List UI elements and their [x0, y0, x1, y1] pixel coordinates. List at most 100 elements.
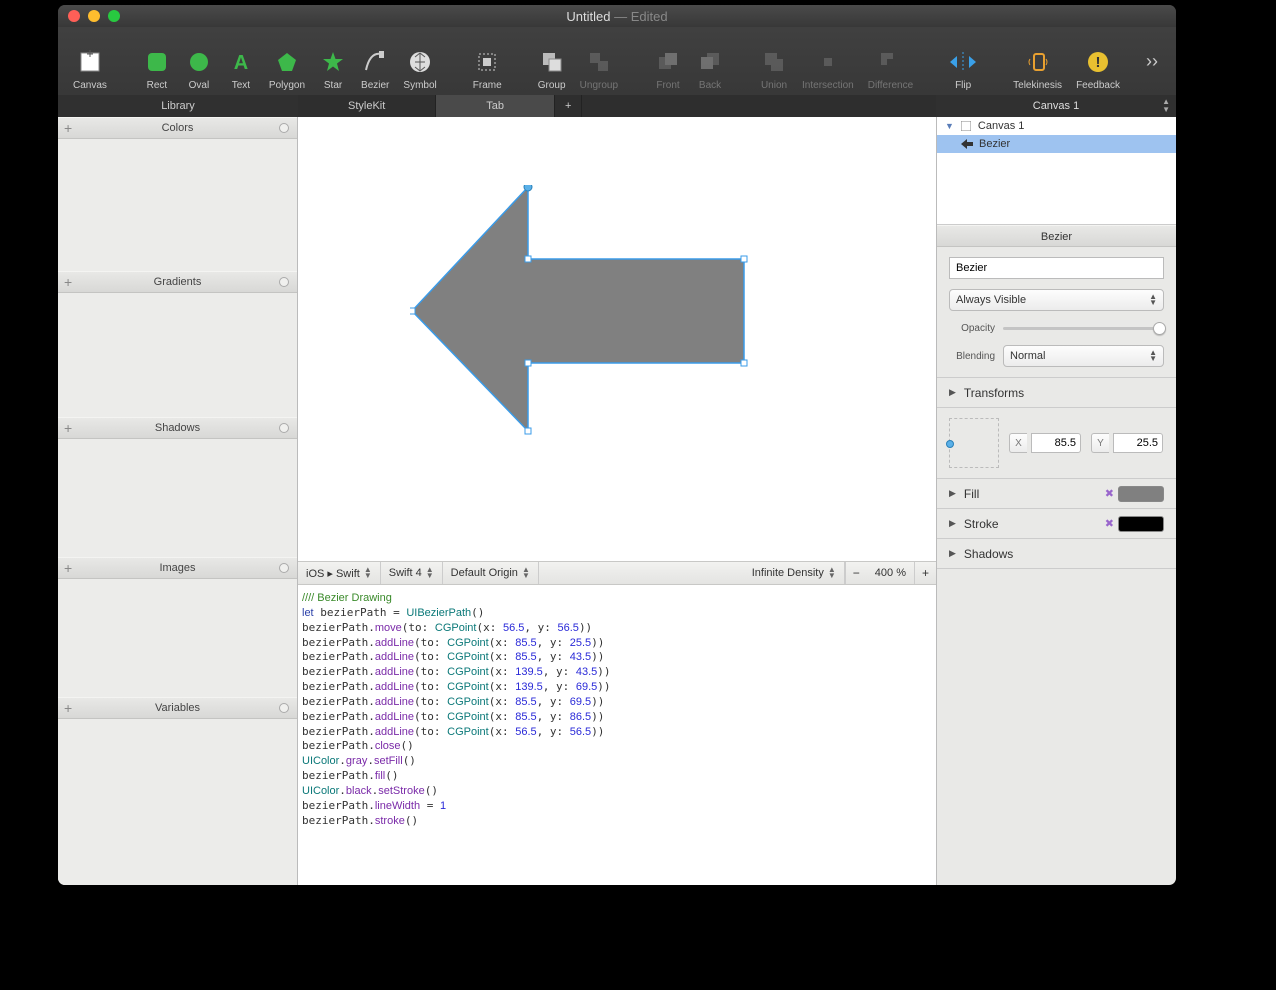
text-button[interactable]: AText: [220, 31, 262, 91]
feedback-button[interactable]: !Feedback: [1069, 31, 1127, 91]
canvas-selector[interactable]: Canvas 1 ▲▼: [936, 95, 1176, 117]
opacity-label: Opacity: [949, 323, 995, 334]
disclosure-icon[interactable]: [279, 563, 289, 573]
shadows-section[interactable]: ▶Shadows: [937, 539, 1176, 569]
zoom-level[interactable]: 400 %: [867, 562, 914, 584]
frame-button[interactable]: Frame: [466, 31, 509, 91]
symbol-button[interactable]: Symbol: [396, 31, 443, 91]
disclosure-icon[interactable]: [279, 423, 289, 433]
library-gradients-body: [58, 293, 297, 417]
zoom-in-button[interactable]: +: [914, 562, 936, 584]
lang-select[interactable]: Swift 4▲▼: [381, 562, 443, 584]
tab-stylekit[interactable]: StyleKit: [298, 95, 436, 117]
outline-bezier-label: Bezier: [979, 138, 1010, 150]
library-colors-header[interactable]: +Colors: [58, 117, 297, 139]
remove-stroke-icon[interactable]: ✖: [1105, 517, 1114, 530]
title-text: Untitled: [566, 9, 610, 24]
polygon-button[interactable]: Polygon: [262, 31, 312, 91]
svg-text:A: A: [234, 52, 248, 73]
platform-select[interactable]: iOS ▸ Swift▲▼: [298, 562, 381, 584]
zoom-out-button[interactable]: −: [845, 562, 867, 584]
bezier-shape[interactable]: [410, 185, 750, 445]
telekinesis-button[interactable]: Telekinesis: [1006, 31, 1069, 91]
library-colors-body: [58, 139, 297, 271]
app-window: Untitled — Edited Canvas Rect Oval AText…: [58, 5, 1176, 885]
plus-icon[interactable]: +: [64, 120, 72, 136]
blending-select[interactable]: Normal▲▼: [1003, 345, 1164, 367]
plus-icon[interactable]: +: [64, 700, 72, 716]
code-view[interactable]: //// Bezier Drawing let bezierPath = UIB…: [298, 585, 936, 885]
density-select[interactable]: Infinite Density▲▼: [744, 562, 845, 584]
disclosure-triangle-icon[interactable]: ▼: [945, 121, 954, 131]
library-shadows-header[interactable]: +Shadows: [58, 417, 297, 439]
inspector-panel: ▼ Canvas 1 Bezier Bezier Always Visible▲…: [936, 117, 1176, 885]
disclosure-icon[interactable]: [279, 123, 289, 133]
group-button[interactable]: Group: [531, 31, 573, 91]
outline-bezier-row[interactable]: Bezier: [937, 135, 1176, 153]
add-tab-icon[interactable]: +: [555, 95, 582, 117]
intersection-button[interactable]: Intersection: [795, 31, 861, 91]
library-images-header[interactable]: +Images: [58, 557, 297, 579]
oval-button[interactable]: Oval: [178, 31, 220, 91]
stroke-section[interactable]: ▶Stroke ✖: [937, 509, 1176, 539]
titlebar[interactable]: Untitled — Edited: [58, 5, 1176, 27]
anchor-control[interactable]: [949, 418, 999, 468]
transforms-body: X Y: [937, 408, 1176, 479]
y-input[interactable]: Y: [1091, 433, 1163, 453]
transforms-section[interactable]: ▶Transforms: [937, 378, 1176, 408]
outline-tree: ▼ Canvas 1 Bezier: [937, 117, 1176, 225]
star-button[interactable]: Star: [312, 31, 354, 91]
svg-text:!: !: [1096, 54, 1101, 71]
outline-canvas-row[interactable]: ▼ Canvas 1: [937, 117, 1176, 135]
front-button[interactable]: Front: [647, 31, 689, 91]
canvas-icon: [960, 120, 972, 132]
tab-tab[interactable]: Tab: [436, 95, 555, 117]
chevron-right-icon: ▶: [949, 518, 956, 529]
disclosure-icon[interactable]: [279, 703, 289, 713]
difference-button[interactable]: Difference: [861, 31, 920, 91]
canvas-area[interactable]: [298, 117, 936, 561]
toolbar: Canvas Rect Oval AText Polygon Star Bezi…: [58, 27, 1176, 95]
outline-canvas-label: Canvas 1: [978, 120, 1024, 132]
library-images-body: [58, 579, 297, 697]
library-gradients-header[interactable]: +Gradients: [58, 271, 297, 293]
rect-button[interactable]: Rect: [136, 31, 178, 91]
visibility-select[interactable]: Always Visible▲▼: [949, 289, 1164, 311]
x-input[interactable]: X: [1009, 433, 1081, 453]
plus-icon[interactable]: +: [64, 420, 72, 436]
chevron-right-icon: ▶: [949, 548, 956, 559]
back-button[interactable]: Back: [689, 31, 731, 91]
remove-fill-icon[interactable]: ✖: [1105, 487, 1114, 500]
library-tab[interactable]: Library: [58, 95, 298, 117]
stroke-swatch[interactable]: [1118, 516, 1164, 532]
library-shadows-body: [58, 439, 297, 557]
ungroup-button[interactable]: Ungroup: [573, 31, 625, 91]
canvas-button[interactable]: Canvas: [66, 31, 114, 91]
edited-indicator: — Edited: [610, 9, 667, 24]
tabs-row: Library StyleKit Tab + Canvas 1 ▲▼: [58, 95, 1176, 117]
inspector-body: Always Visible▲▼ Opacity Blending Normal…: [937, 247, 1176, 378]
plus-icon[interactable]: +: [64, 274, 72, 290]
library-panel: +Colors +Gradients +Shadows +Images +Var…: [58, 117, 298, 885]
chevron-updown-icon: ▲▼: [1162, 98, 1170, 114]
code-toolbar: iOS ▸ Swift▲▼ Swift 4▲▼ Default Origin▲▼…: [298, 561, 936, 585]
flip-button[interactable]: Flip: [942, 31, 984, 91]
origin-select[interactable]: Default Origin▲▼: [443, 562, 539, 584]
union-button[interactable]: Union: [753, 31, 795, 91]
blending-label: Blending: [949, 351, 995, 362]
inspector-header: Bezier: [937, 225, 1176, 247]
library-variables-header[interactable]: +Variables: [58, 697, 297, 719]
plus-icon[interactable]: +: [64, 560, 72, 576]
overflow-icon[interactable]: ››: [1136, 51, 1168, 72]
fill-section[interactable]: ▶Fill ✖: [937, 479, 1176, 509]
fill-swatch[interactable]: [1118, 486, 1164, 502]
opacity-slider[interactable]: [1003, 321, 1164, 335]
object-name-input[interactable]: [949, 257, 1164, 279]
canvas-selector-label: Canvas 1: [1033, 100, 1079, 112]
disclosure-icon[interactable]: [279, 277, 289, 287]
window-title: Untitled — Edited: [58, 9, 1176, 24]
center-panel: iOS ▸ Swift▲▼ Swift 4▲▼ Default Origin▲▼…: [298, 117, 936, 885]
arrow-left-icon: [961, 138, 973, 150]
chevron-right-icon: ▶: [949, 488, 956, 499]
bezier-button[interactable]: Bezier: [354, 31, 396, 91]
